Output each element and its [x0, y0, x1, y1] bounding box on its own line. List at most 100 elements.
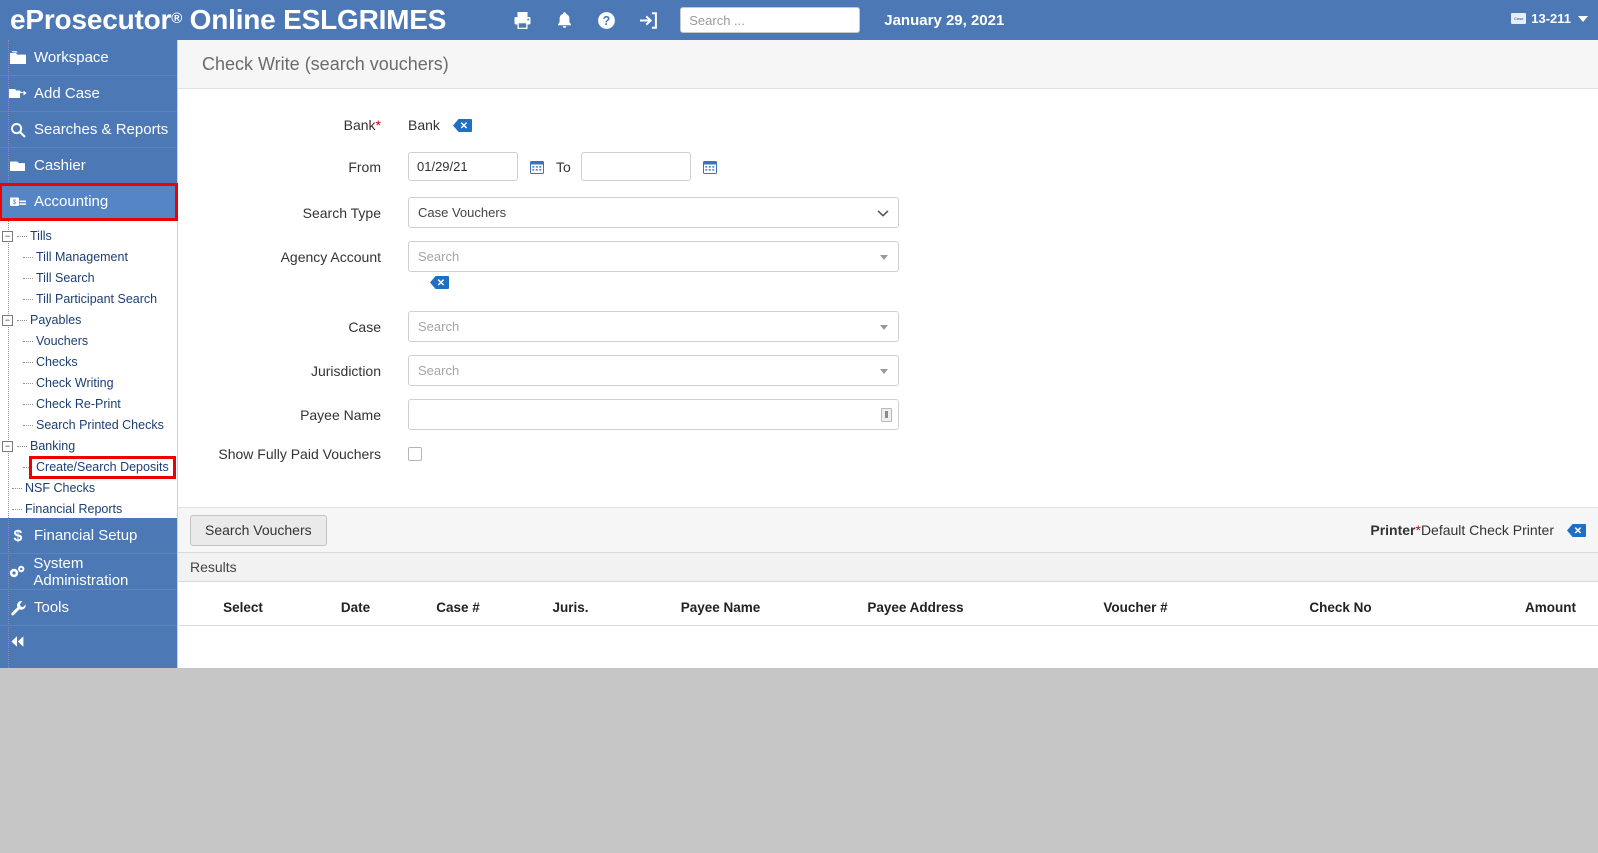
search-type-value: Case Vouchers: [418, 205, 507, 220]
sidebar-item-system-administration[interactable]: System Administration: [0, 554, 177, 590]
tree-item-nsf-checks[interactable]: NSF Checks: [0, 478, 177, 499]
registered-trademark-icon: ®: [171, 10, 183, 27]
field-row-agency-account: Agency Account Search: [178, 241, 1598, 272]
clear-agency-account-icon[interactable]: [430, 276, 449, 289]
agency-account-select[interactable]: Search: [408, 241, 899, 272]
from-label: From: [348, 158, 381, 175]
column-header-case-number[interactable]: Case #: [403, 582, 513, 626]
sidebar-item-cashier[interactable]: Cashier: [0, 148, 177, 184]
case-select[interactable]: Search: [408, 311, 899, 342]
column-header-payee-name[interactable]: Payee Name: [628, 582, 813, 626]
tree-item-label: Check Re-Print: [36, 397, 121, 412]
app-title-main: eProsecutor: [10, 4, 172, 35]
sidebar-item-add-case[interactable]: Add Case: [0, 76, 177, 112]
tree-item-search-printed-checks[interactable]: Search Printed Checks: [0, 415, 177, 436]
add-case-icon: [8, 87, 28, 101]
help-icon[interactable]: ?: [595, 9, 617, 31]
logout-icon[interactable]: [637, 9, 659, 31]
column-header-select[interactable]: Select: [178, 582, 308, 626]
collapse-toggle-icon[interactable]: −: [2, 231, 13, 242]
tree-item-till-search[interactable]: Till Search: [0, 268, 177, 289]
results-table-header-row: Select Date Case # Juris. Payee Name Pay…: [178, 582, 1598, 626]
sidebar-item-label: Searches & Reports: [34, 121, 169, 138]
tree-item-label: Tills: [30, 229, 52, 244]
jurisdiction-select[interactable]: Search: [408, 355, 899, 386]
tree-item-create-search-deposits[interactable]: Create/Search Deposits: [0, 456, 177, 479]
caret-down-icon: [880, 368, 888, 374]
tree-item-vouchers[interactable]: Vouchers: [0, 331, 177, 352]
tree-item-financial-reports[interactable]: Financial Reports: [0, 499, 177, 520]
collapse-toggle-icon[interactable]: −: [2, 315, 13, 326]
tree-item-label: Vouchers: [36, 334, 89, 349]
field-row-jurisdiction: Jurisdiction Search: [178, 355, 1598, 386]
tree-item-label: Search Printed Checks: [36, 418, 164, 433]
tree-item-till-participant-search[interactable]: Till Participant Search: [0, 289, 177, 310]
bank-label-text: Bank: [343, 117, 376, 133]
app-title: eProsecutor® Online ESLGRIMES: [10, 4, 446, 36]
column-header-juris[interactable]: Juris.: [513, 582, 628, 626]
clear-bank-icon[interactable]: [452, 118, 472, 132]
to-calendar-icon[interactable]: [702, 160, 717, 174]
field-row-bank: Bank* Bank: [178, 117, 1598, 133]
tree-item-payables[interactable]: − Payables: [0, 310, 177, 331]
case-selector[interactable]: Case 13-211: [1511, 11, 1588, 26]
tree-connector: [23, 341, 33, 342]
tree-item-label: Till Search: [36, 271, 95, 286]
sidebar-item-financial-setup[interactable]: $ Financial Setup: [0, 518, 177, 554]
page-header: Check Write (search vouchers): [178, 40, 1598, 89]
tree-item-label: Checks: [36, 355, 78, 370]
resize-handle-icon[interactable]: [881, 407, 892, 422]
gears-icon: [8, 564, 27, 579]
show-fully-paid-checkbox[interactable]: [408, 447, 422, 461]
column-header-date[interactable]: Date: [308, 582, 403, 626]
tree-item-tills[interactable]: − Tills: [0, 226, 177, 247]
accounting-tree: − Tills Till Management Till Search Till…: [0, 40, 177, 668]
tree-item-label: Financial Reports: [25, 502, 123, 517]
from-calendar-icon[interactable]: [530, 160, 544, 174]
sidebar-item-label: System Administration: [33, 554, 129, 589]
tree-item-check-writing[interactable]: Check Writing: [0, 373, 177, 394]
sidebar-item-accounting[interactable]: $ Accounting: [0, 183, 178, 221]
tree-connector: [23, 383, 33, 384]
payee-name-input[interactable]: [408, 399, 899, 430]
sidebar-item-searches-reports[interactable]: Searches & Reports: [0, 112, 177, 148]
search-type-label: Search Type: [302, 204, 381, 221]
from-date-input[interactable]: [408, 152, 518, 181]
show-fully-paid-label: Show Fully Paid Vouchers: [218, 446, 381, 462]
search-vouchers-button[interactable]: Search Vouchers: [190, 514, 327, 546]
column-header-voucher-number[interactable]: Voucher #: [1018, 582, 1253, 626]
column-header-payee-address[interactable]: Payee Address: [813, 582, 1018, 626]
sidebar-collapse-button[interactable]: [0, 626, 177, 662]
current-date-label: January 29, 2021: [884, 11, 1005, 29]
tree-item-label: NSF Checks: [25, 481, 96, 496]
sidebar-item-workspace[interactable]: Workspace: [0, 40, 177, 76]
bell-icon[interactable]: [553, 9, 575, 31]
field-row-case: Case Search: [178, 311, 1598, 342]
tree-item-checks[interactable]: Checks: [0, 352, 177, 373]
svg-text:?: ?: [602, 14, 610, 28]
tree-item-banking[interactable]: − Banking: [0, 436, 177, 457]
to-date-input[interactable]: [580, 152, 691, 181]
sidebar: Workspace Add Case Searches & Reports Ca…: [0, 40, 178, 668]
sidebar-item-tools[interactable]: Tools: [0, 590, 177, 626]
tree-item-till-management[interactable]: Till Management: [0, 247, 177, 268]
column-header-check-no[interactable]: Check No: [1253, 582, 1428, 626]
tree-connector: [23, 404, 33, 405]
accounting-icon: $: [8, 194, 28, 209]
column-header-amount[interactable]: Amount: [1428, 582, 1598, 626]
tree-item-label: Till Management: [36, 250, 128, 265]
collapse-toggle-icon[interactable]: −: [2, 441, 13, 452]
field-row-payee-name: Payee Name: [178, 399, 1598, 430]
agency-account-label: Agency Account: [280, 248, 381, 265]
results-label: Results: [190, 559, 237, 575]
tree-item-check-re-print[interactable]: Check Re-Print: [0, 394, 177, 415]
case-label: Case: [348, 318, 381, 335]
printer-selection: Printer * Default Check Printer: [1370, 522, 1586, 538]
clear-printer-icon[interactable]: [1567, 523, 1586, 537]
search-type-select[interactable]: Case Vouchers: [408, 197, 899, 228]
main-content: Check Write (search vouchers) Bank* Bank…: [177, 40, 1598, 668]
case-placeholder: Search: [418, 319, 460, 334]
printer-icon[interactable]: [511, 9, 533, 31]
global-search-input[interactable]: [680, 7, 861, 33]
case-number-label: 13-211: [1531, 11, 1571, 26]
